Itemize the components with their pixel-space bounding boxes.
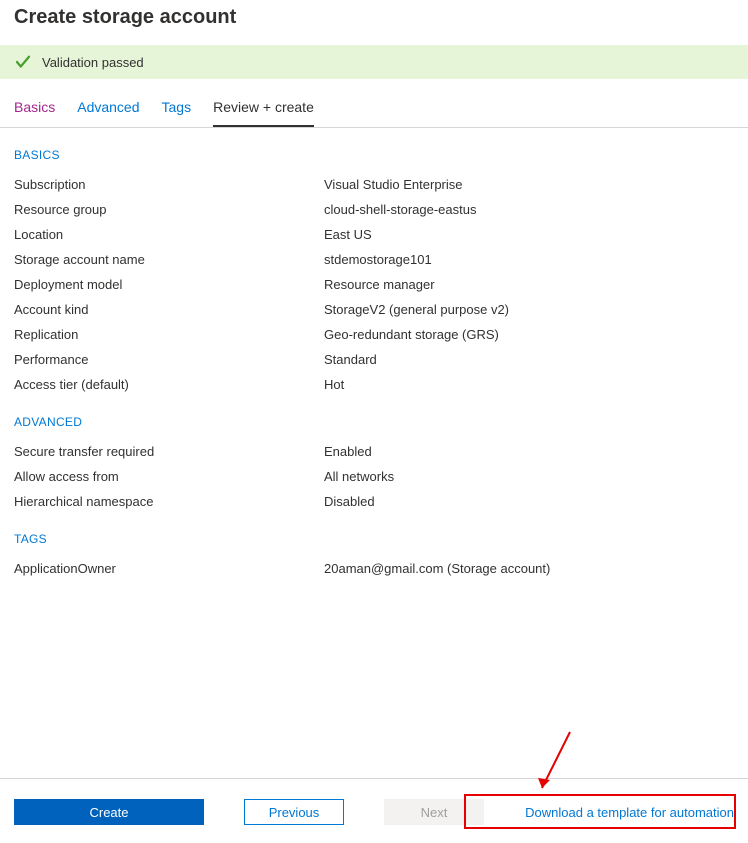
kv-key: Account kind — [14, 302, 324, 317]
kv-row: Resource groupcloud-shell-storage-eastus — [14, 197, 734, 222]
section-head-tags: TAGS — [14, 532, 734, 546]
validation-text: Validation passed — [42, 55, 144, 70]
download-template-link[interactable]: Download a template for automation — [525, 805, 734, 820]
kv-key: Location — [14, 227, 324, 242]
kv-row: LocationEast US — [14, 222, 734, 247]
kv-key: Replication — [14, 327, 324, 342]
kv-key: Deployment model — [14, 277, 324, 292]
kv-row: ApplicationOwner20aman@gmail.com (Storag… — [14, 556, 734, 581]
kv-key: Subscription — [14, 177, 324, 192]
kv-val: 20aman@gmail.com (Storage account) — [324, 561, 550, 576]
kv-key: Storage account name — [14, 252, 324, 267]
section-head-advanced: ADVANCED — [14, 415, 734, 429]
kv-key: ApplicationOwner — [14, 561, 324, 576]
kv-val: StorageV2 (general purpose v2) — [324, 302, 509, 317]
next-button: Next — [384, 799, 484, 825]
section-head-basics: BASICS — [14, 148, 734, 162]
kv-row: Secure transfer requiredEnabled — [14, 439, 734, 464]
kv-val: Standard — [324, 352, 377, 367]
kv-key: Allow access from — [14, 469, 324, 484]
kv-row: ReplicationGeo-redundant storage (GRS) — [14, 322, 734, 347]
kv-val: Resource manager — [324, 277, 435, 292]
create-button[interactable]: Create — [14, 799, 204, 825]
footer: Create Previous Next Download a template… — [0, 778, 748, 843]
checkmark-icon — [14, 53, 32, 71]
kv-row: Deployment modelResource manager — [14, 272, 734, 297]
kv-key: Access tier (default) — [14, 377, 324, 392]
kv-row: Access tier (default)Hot — [14, 372, 734, 397]
tab-basics[interactable]: Basics — [14, 99, 55, 127]
kv-val: All networks — [324, 469, 394, 484]
kv-key: Performance — [14, 352, 324, 367]
kv-row: Allow access fromAll networks — [14, 464, 734, 489]
kv-row: Account kindStorageV2 (general purpose v… — [14, 297, 734, 322]
kv-val: cloud-shell-storage-eastus — [324, 202, 476, 217]
previous-button[interactable]: Previous — [244, 799, 344, 825]
kv-val: stdemostorage101 — [324, 252, 432, 267]
kv-row: SubscriptionVisual Studio Enterprise — [14, 172, 734, 197]
kv-val: Enabled — [324, 444, 372, 459]
kv-row: Hierarchical namespaceDisabled — [14, 489, 734, 514]
kv-val: Hot — [324, 377, 344, 392]
kv-key: Hierarchical namespace — [14, 494, 324, 509]
kv-row: PerformanceStandard — [14, 347, 734, 372]
review-content: BASICS SubscriptionVisual Studio Enterpr… — [0, 128, 748, 581]
kv-val: Geo-redundant storage (GRS) — [324, 327, 499, 342]
page-title: Create storage account — [0, 0, 748, 45]
tabs: Basics Advanced Tags Review + create — [0, 79, 748, 128]
tab-advanced[interactable]: Advanced — [77, 99, 139, 127]
kv-val: Disabled — [324, 494, 375, 509]
tab-tags[interactable]: Tags — [162, 99, 192, 127]
kv-key: Secure transfer required — [14, 444, 324, 459]
validation-bar: Validation passed — [0, 45, 748, 79]
kv-key: Resource group — [14, 202, 324, 217]
kv-row: Storage account namestdemostorage101 — [14, 247, 734, 272]
tab-review-create[interactable]: Review + create — [213, 99, 314, 127]
kv-val: East US — [324, 227, 372, 242]
kv-val: Visual Studio Enterprise — [324, 177, 463, 192]
